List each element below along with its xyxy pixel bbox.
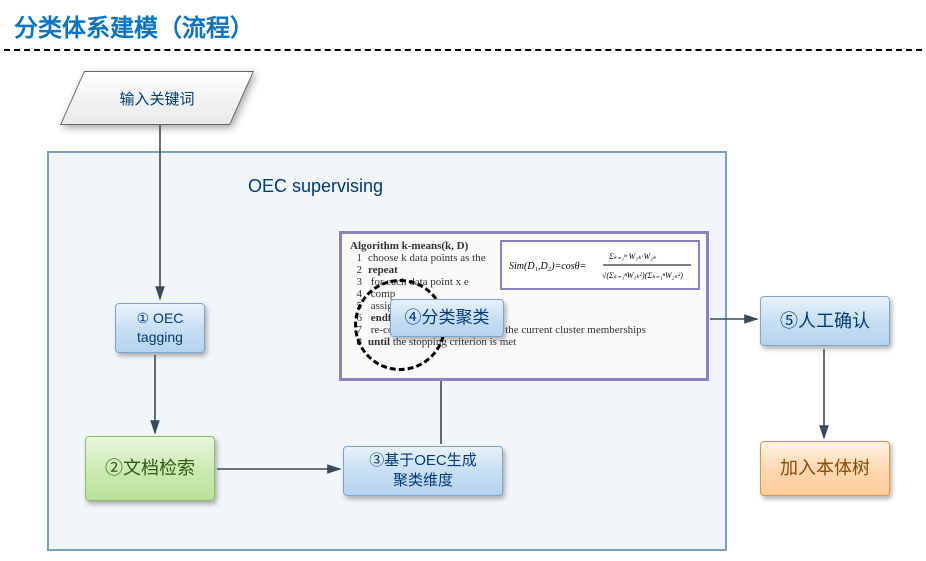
- step-cluster: ④分类聚类: [390, 299, 504, 337]
- step-generate-dimension: ③基于OEC生成 聚类维度: [343, 446, 503, 496]
- step-generate-dimension-label: ③基于OEC生成 聚类维度: [369, 451, 477, 492]
- step-doc-search-label: ②文档检索: [105, 456, 195, 480]
- step-add-ontology-tree-label: 加入本体树: [780, 456, 870, 480]
- svg-text:Σₖ₌₁ⁿ W₁ₖ·W₂ₖ: Σₖ₌₁ⁿ W₁ₖ·W₂ₖ: [608, 252, 657, 261]
- algo-line-1: choose k data points as the: [368, 252, 486, 264]
- page-title: 分类体系建模（流程）: [0, 0, 926, 49]
- step-add-ontology-tree: 加入本体树: [760, 441, 890, 496]
- svg-text:Sim(D₁,D₂)=cosθ=: Sim(D₁,D₂)=cosθ=: [509, 261, 586, 272]
- step-confirm: ⑤人工确认: [760, 296, 890, 346]
- step-cluster-label: ④分类聚类: [405, 307, 490, 330]
- supervising-zone-title: OEC supervising: [248, 176, 383, 197]
- step-oec-tagging-label: ① OEC tagging: [137, 309, 184, 347]
- step-doc-search: ②文档检索: [85, 436, 215, 501]
- step-oec-tagging: ① OEC tagging: [115, 303, 205, 353]
- diagram-canvas: OEC supervising 输入关键词 ① OEC tagging ②文档检…: [0, 51, 926, 561]
- algo-line-2: repeat: [368, 264, 398, 276]
- svg-text:√(Σₖ₌₁ⁿW₁ₖ²)(Σₖ₌₁ⁿW₂ₖ²): √(Σₖ₌₁ⁿW₁ₖ²)(Σₖ₌₁ⁿW₂ₖ²): [602, 271, 683, 280]
- step-confirm-label: ⑤人工确认: [780, 309, 870, 333]
- input-node: 输入关键词: [72, 71, 242, 125]
- input-node-label: 输入关键词: [72, 71, 242, 125]
- similarity-formula: Sim(D₁,D₂)=cosθ= Σₖ₌₁ⁿ W₁ₖ·W₂ₖ √(Σₖ₌₁ⁿW₁…: [500, 240, 700, 290]
